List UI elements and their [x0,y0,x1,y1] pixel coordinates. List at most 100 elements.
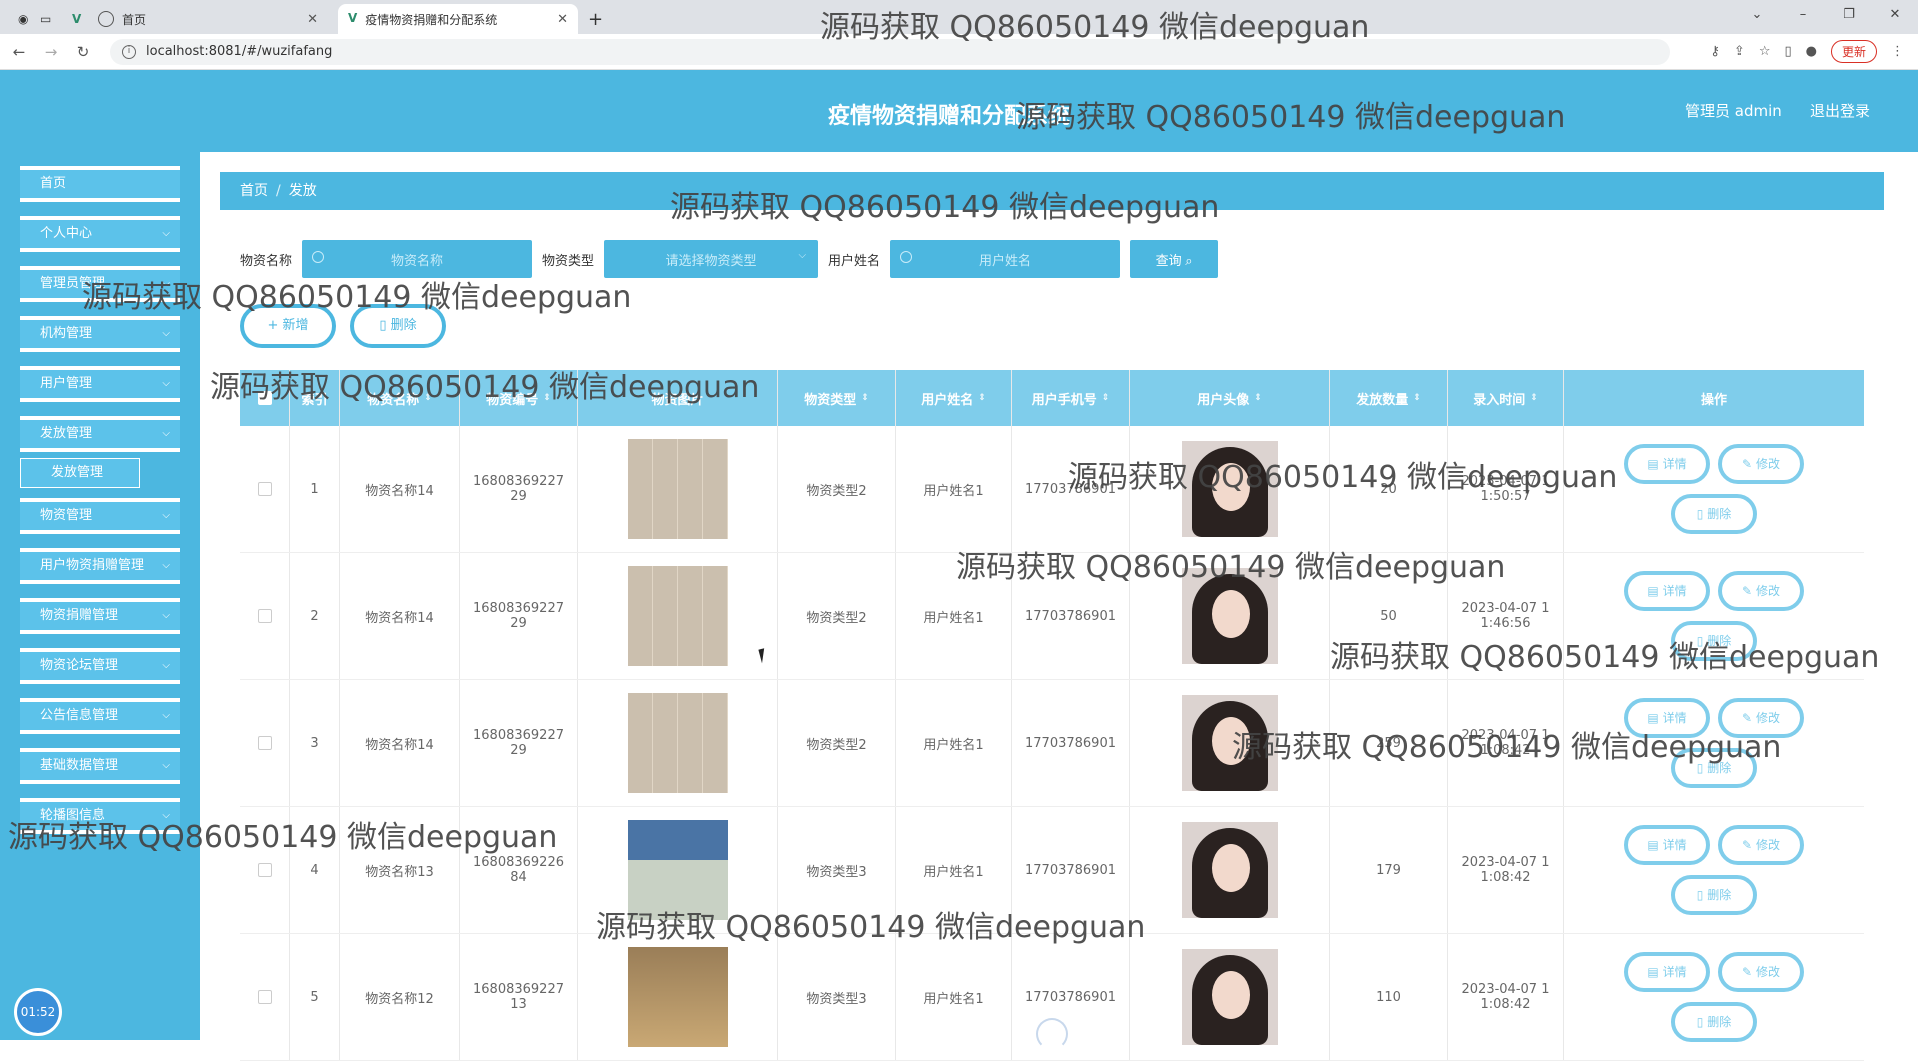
sidebar-item-forum[interactable]: 物资论坛管理 ⌵ [20,648,180,684]
edit-button[interactable]: ✎ 修改 [1718,952,1804,992]
col-time[interactable]: 录入时间 ⇕ [1448,370,1564,426]
detail-button[interactable]: ▤ 详情 [1624,825,1710,865]
profile-icon[interactable]: ● [1806,44,1817,59]
row-select-cell[interactable] [240,680,290,806]
row-checkbox[interactable] [257,863,272,877]
sidebar-item-materials[interactable]: 物资管理 ⌵ [20,498,180,534]
sidebar-item-basedata[interactable]: 基础数据管理 ⌵ [20,748,180,784]
row-checkbox[interactable] [257,736,272,750]
restore-icon[interactable]: ❐ [1826,0,1872,30]
browser-menu-icon[interactable]: ◉ [0,4,28,34]
sort-icon[interactable]: ⇕ [1530,393,1538,403]
vue-tab-icon[interactable]: V [62,4,88,34]
key-icon[interactable]: ⚷ [1710,44,1720,59]
close-window-icon[interactable]: ✕ [1872,0,1918,30]
sidebar-subitem-distribution[interactable]: 发放管理 [20,458,140,488]
add-button[interactable]: + 新增 [240,304,336,348]
more-icon[interactable]: ⋮ [1891,44,1904,59]
sort-icon[interactable]: ⇕ [424,393,432,403]
user-search-input[interactable]: 用户姓名 [890,240,1121,278]
type-select[interactable]: 请选择物资类型 ⌵ [604,240,819,278]
close-icon[interactable]: ✕ [307,12,318,27]
sort-icon[interactable]: ⇕ [861,393,869,403]
edit-button[interactable]: ✎ 修改 [1718,698,1804,738]
name-search-input[interactable]: 物资名称 [302,240,533,278]
row-delete-button[interactable]: ▯ 删除 [1671,621,1757,661]
update-button[interactable]: 更新 [1830,40,1877,63]
row-select-cell[interactable] [240,426,290,552]
logout-link[interactable]: 退出登录 [1810,100,1870,121]
sidebar-item-users[interactable]: 用户管理 ⌵ [20,366,180,402]
select-all-cell[interactable] [240,370,290,426]
time-line: 1:46:56 [1480,616,1531,631]
row-delete-button[interactable]: ▯ 删除 [1671,875,1757,915]
sidebar-item-donation[interactable]: 物资捐赠管理 ⌵ [20,598,180,634]
sidebar-item-home[interactable]: 首页 [20,166,180,202]
user-avatar[interactable] [1181,949,1278,1045]
star-icon[interactable]: ☆ [1759,44,1771,59]
edit-button[interactable]: ✎ 修改 [1718,444,1804,484]
sort-icon[interactable]: ⇕ [978,393,986,403]
material-image[interactable] [627,693,728,793]
sort-icon[interactable]: ⇕ [1102,393,1110,403]
address-bar[interactable]: i localhost:8081/#/wuzifafang [110,38,1670,65]
user-avatar[interactable] [1181,568,1278,664]
sidebar-item-profile[interactable]: 个人中心 ⌵ [20,216,180,252]
sidebar-item-admin[interactable]: 管理员管理 ⌵ [20,266,180,302]
row-delete-button[interactable]: ▯ 删除 [1671,1002,1757,1042]
material-image[interactable] [627,947,728,1047]
user-avatar[interactable] [1181,822,1278,918]
delete-button[interactable]: ▯ 删除 [350,304,446,348]
tab-search-icon[interactable]: ⌄ [1734,0,1780,30]
sidebar-item-user-donation[interactable]: 用户物资捐赠管理 ⌵ [20,548,180,584]
sidebar-item-carousel[interactable]: 轮播图信息 ⌵ [20,798,180,834]
breadcrumb-home[interactable]: 首页 [240,183,268,199]
minimize-icon[interactable]: – [1780,0,1826,30]
user-avatar[interactable] [1181,695,1278,791]
material-image[interactable] [627,439,728,539]
detail-button[interactable]: ▤ 详情 [1624,952,1710,992]
edit-button[interactable]: ✎ 修改 [1718,571,1804,611]
sort-icon[interactable]: ⇕ [1254,393,1262,403]
col-user[interactable]: 用户姓名 ⇕ [896,370,1012,426]
col-code[interactable]: 物资编号 ⇕ [460,370,578,426]
sidepanel-icon[interactable]: ▯ [1784,44,1791,59]
sidebar-item-org[interactable]: 机构管理 ⌵ [20,316,180,352]
tab-system[interactable]: V 疫情物资捐赠和分配系统 ✕ [338,4,578,34]
detail-button[interactable]: ▤ 详情 [1624,698,1710,738]
pinned-tab-icon[interactable]: ▭ [26,4,62,34]
col-qty[interactable]: 发放数量 ⇕ [1330,370,1448,426]
col-type[interactable]: 物资类型 ⇕ [778,370,896,426]
tab-home[interactable]: 首页 ✕ [88,4,328,34]
select-all-checkbox[interactable] [257,391,272,405]
back-icon[interactable]: ← [6,43,32,61]
row-select-cell[interactable] [240,553,290,679]
user-avatar[interactable] [1181,441,1278,537]
material-image[interactable] [627,566,728,666]
row-checkbox[interactable] [257,482,272,496]
sort-icon[interactable]: ⇕ [543,393,551,403]
close-icon[interactable]: ✕ [557,12,568,27]
forward-icon[interactable]: → [38,43,64,61]
edit-button[interactable]: ✎ 修改 [1718,825,1804,865]
query-button[interactable]: 查询 ⌕ [1130,240,1219,278]
reload-icon[interactable]: ↻ [70,43,96,61]
share-icon[interactable]: ⇪ [1734,44,1745,59]
sort-icon[interactable]: ⇕ [1413,393,1421,403]
sidebar-item-notice[interactable]: 公告信息管理 ⌵ [20,698,180,734]
row-checkbox[interactable] [257,609,272,623]
row-select-cell[interactable] [240,934,290,1060]
row-checkbox[interactable] [257,990,272,1004]
row-delete-button[interactable]: ▯ 删除 [1671,494,1757,534]
col-avatar[interactable]: 用户头像 ⇕ [1130,370,1330,426]
col-name[interactable]: 物资名称 ⇕ [340,370,460,426]
detail-button[interactable]: ▤ 详情 [1624,571,1710,611]
info-icon[interactable]: i [122,44,136,59]
row-select-cell[interactable] [240,807,290,933]
col-phone[interactable]: 用户手机号 ⇕ [1012,370,1130,426]
sidebar-item-distribution[interactable]: 发放管理 ⌵ [20,416,180,452]
new-tab-button[interactable]: + [578,4,613,34]
material-image[interactable] [627,820,728,920]
detail-button[interactable]: ▤ 详情 [1624,444,1710,484]
row-delete-button[interactable]: ▯ 删除 [1671,748,1757,788]
